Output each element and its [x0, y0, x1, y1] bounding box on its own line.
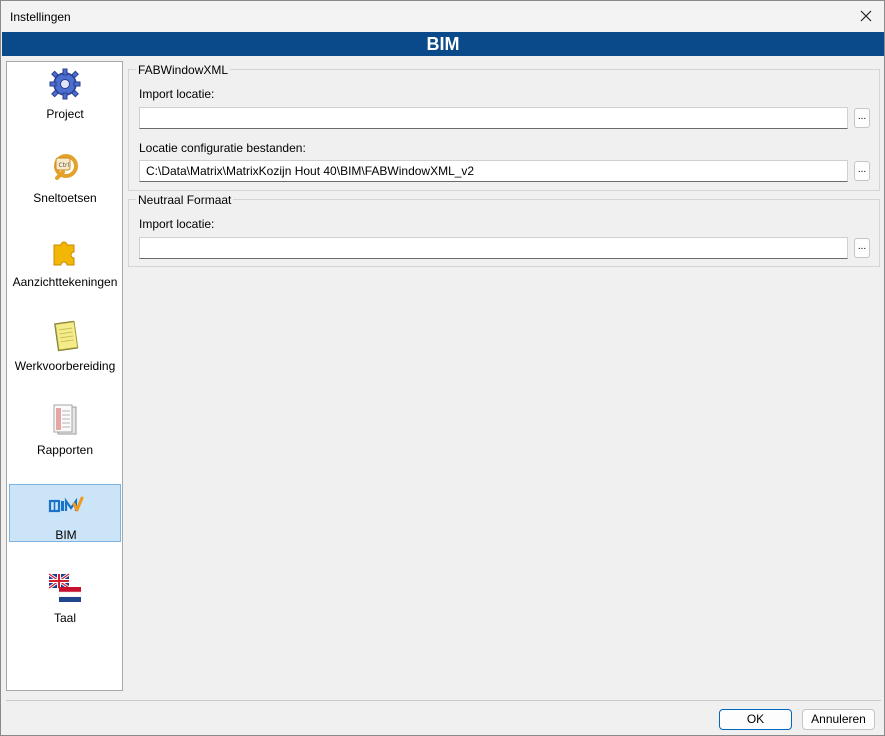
sidebar-item-bim[interactable]: BIM: [9, 484, 121, 542]
sidebar-item-aanzichttekeningen[interactable]: Aanzichttekeningen: [9, 232, 121, 290]
fab-import-browse-button[interactable]: ...: [854, 108, 870, 128]
footer-divider: [6, 700, 881, 701]
group-title: Neutraal Formaat: [136, 193, 234, 207]
report-icon: [53, 404, 77, 435]
title-bar: Instellingen: [1, 1, 884, 32]
svg-text:Ctrl: Ctrl: [59, 162, 70, 169]
cancel-button[interactable]: Annuleren: [802, 709, 875, 730]
settings-window: Instellingen BIM Project Ctrl Sneltoetse…: [0, 0, 885, 736]
sidebar-item-label: Taal: [53, 611, 76, 625]
bim-logo-icon: [48, 496, 84, 513]
sidebar-item-label: Rapporten: [36, 443, 94, 457]
import-location-label: Import locatie:: [139, 87, 215, 101]
sidebar-item-label: Sneltoetsen: [33, 191, 97, 205]
sidebar-item-project[interactable]: Project: [9, 64, 121, 122]
keyboard-key-icon: Ctrl: [54, 154, 78, 180]
neutral-import-location-input[interactable]: [139, 237, 848, 259]
fab-config-location-input[interactable]: [139, 160, 848, 182]
close-icon: [860, 10, 872, 22]
flags-icon: [48, 572, 82, 602]
ok-button[interactable]: OK: [719, 709, 792, 730]
window-title: Instellingen: [10, 10, 71, 24]
sidebar-item-rapporten[interactable]: Rapporten: [9, 400, 121, 458]
sidebar-item-label: Aanzichttekeningen: [12, 275, 118, 289]
sidebar-item-label: Werkvoorbereiding: [14, 359, 116, 373]
fab-config-browse-button[interactable]: ...: [854, 161, 870, 181]
close-button[interactable]: [854, 5, 878, 27]
fab-import-location-input[interactable]: [139, 107, 848, 129]
sidebar-item-label: BIM: [55, 528, 77, 542]
gear-icon: [49, 68, 81, 100]
settings-sidebar: Project Ctrl Sneltoetsen Aanzichttekenin…: [6, 61, 123, 691]
group-neutraal-formaat: Neutraal Formaat Import locatie: ...: [128, 193, 880, 267]
notepad-icon: [54, 320, 79, 352]
group-title: FABWindowXML: [136, 63, 231, 77]
neutral-import-browse-button[interactable]: ...: [854, 238, 870, 258]
sidebar-item-sneltoetsen[interactable]: Ctrl Sneltoetsen: [9, 148, 121, 206]
import-location-label: Import locatie:: [139, 217, 215, 231]
puzzle-icon: [53, 241, 75, 266]
section-banner: BIM: [2, 32, 884, 56]
config-location-label: Locatie configuratie bestanden:: [139, 141, 306, 155]
sidebar-item-label: Project: [46, 107, 84, 121]
sidebar-item-werkvoorbereiding[interactable]: Werkvoorbereiding: [9, 316, 121, 374]
sidebar-item-taal[interactable]: Taal: [9, 568, 121, 626]
group-fabwindowxml: FABWindowXML Import locatie: ... Locatie…: [128, 63, 880, 191]
